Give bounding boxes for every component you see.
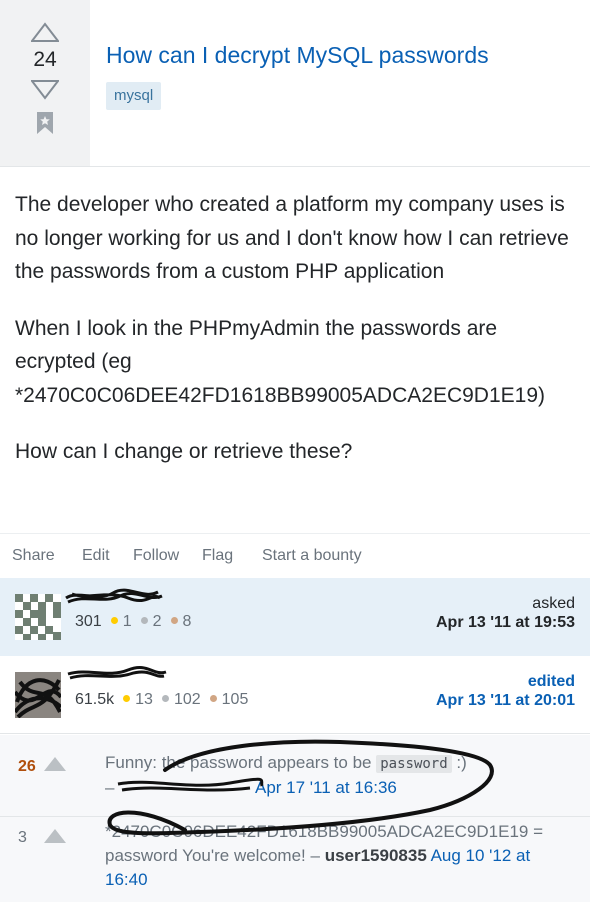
asked-user-card: 301 1 2 8 asked Apr 13 '11 at 19:53	[0, 578, 590, 656]
downvote-arrow-icon[interactable]	[31, 80, 59, 100]
comment-time[interactable]: Apr 17 '11 at 16:36	[255, 778, 397, 797]
comment: 26 Funny: the password appears to be pas…	[0, 735, 590, 817]
silver-count: 102	[173, 691, 201, 708]
question-paragraph: The developer who created a platform my …	[15, 193, 569, 283]
gold-count: 1	[122, 613, 132, 630]
redacted-username	[67, 666, 167, 680]
question-header: 24 How can I decrypt MySQL passwords mys…	[0, 0, 590, 167]
silver-count: 2	[152, 613, 162, 630]
bronze-count: 105	[221, 691, 249, 708]
edit-link[interactable]: Edit	[82, 547, 110, 565]
vote-column: 24	[0, 0, 90, 166]
edited-user-card: 61.5k 13 102 105 edited Apr 13 '11 at 20:01	[0, 656, 590, 734]
bronze-count: 8	[182, 613, 192, 630]
flag-link[interactable]: Flag	[202, 547, 233, 565]
reputation: 61.5k	[75, 691, 115, 708]
identicon-avatar[interactable]	[15, 594, 61, 640]
follow-link[interactable]: Follow	[133, 547, 179, 565]
comment-body-end: :)	[456, 753, 467, 772]
share-link[interactable]: Share	[12, 547, 55, 565]
user-avatar[interactable]	[15, 672, 61, 718]
silver-badge-icon	[140, 617, 148, 625]
comment-upvote-icon[interactable]	[44, 757, 66, 771]
comment-score: 26	[18, 758, 36, 775]
reputation: 301	[75, 613, 102, 630]
upvote-arrow-icon[interactable]	[31, 22, 59, 42]
comment-text: Funny: the password appears to be passwo…	[105, 751, 575, 800]
comment-text: *2470C0C06DEE42FD1618BB99005ADCA2EC9D1E1…	[105, 820, 575, 892]
reputation-stats: 301 1 2 8	[75, 613, 191, 631]
comment: 3 *2470C0C06DEE42FD1618BB99005ADCA2EC9D1…	[0, 818, 590, 902]
tag-mysql[interactable]: mysql	[106, 82, 162, 110]
bronze-badge-icon	[170, 617, 178, 625]
bookmark-icon[interactable]	[36, 111, 54, 135]
question-paragraph: When I look in the PHPmyAdmin the passwo…	[15, 316, 545, 407]
bronze-badge-icon	[209, 695, 217, 703]
comment-user-link[interactable]: user1590835	[325, 846, 427, 865]
question-body: The developer who created a platform my …	[15, 188, 580, 492]
asked-label: asked	[532, 595, 575, 612]
asked-time[interactable]: Apr 13 '11 at 19:53	[436, 614, 575, 632]
redacted-username	[65, 588, 163, 604]
inline-code: password	[376, 755, 452, 773]
edited-label[interactable]: edited	[528, 673, 575, 691]
gold-badge-icon	[110, 617, 118, 625]
edited-time[interactable]: Apr 13 '11 at 20:01	[436, 692, 575, 710]
question-title[interactable]: How can I decrypt MySQL passwords	[106, 42, 489, 69]
comment-separator: –	[310, 846, 320, 865]
start-bounty-link[interactable]: Start a bounty	[262, 547, 362, 565]
silver-badge-icon	[161, 695, 169, 703]
reputation-stats: 61.5k 13 102 105	[75, 691, 248, 709]
question-score: 24	[33, 48, 57, 71]
comment-upvote-icon[interactable]	[44, 829, 66, 843]
comment-body: Funny: the password appears to be	[105, 753, 372, 772]
post-actions: Share Edit Follow Flag Start a bounty	[0, 533, 590, 578]
gold-badge-icon	[123, 695, 131, 703]
comments-section: 26 Funny: the password appears to be pas…	[0, 735, 590, 902]
gold-count: 13	[135, 691, 153, 708]
question-paragraph: How can I change or retrieve these?	[15, 440, 353, 463]
comment-separator: –	[105, 778, 115, 797]
comment-score: 3	[18, 829, 27, 846]
